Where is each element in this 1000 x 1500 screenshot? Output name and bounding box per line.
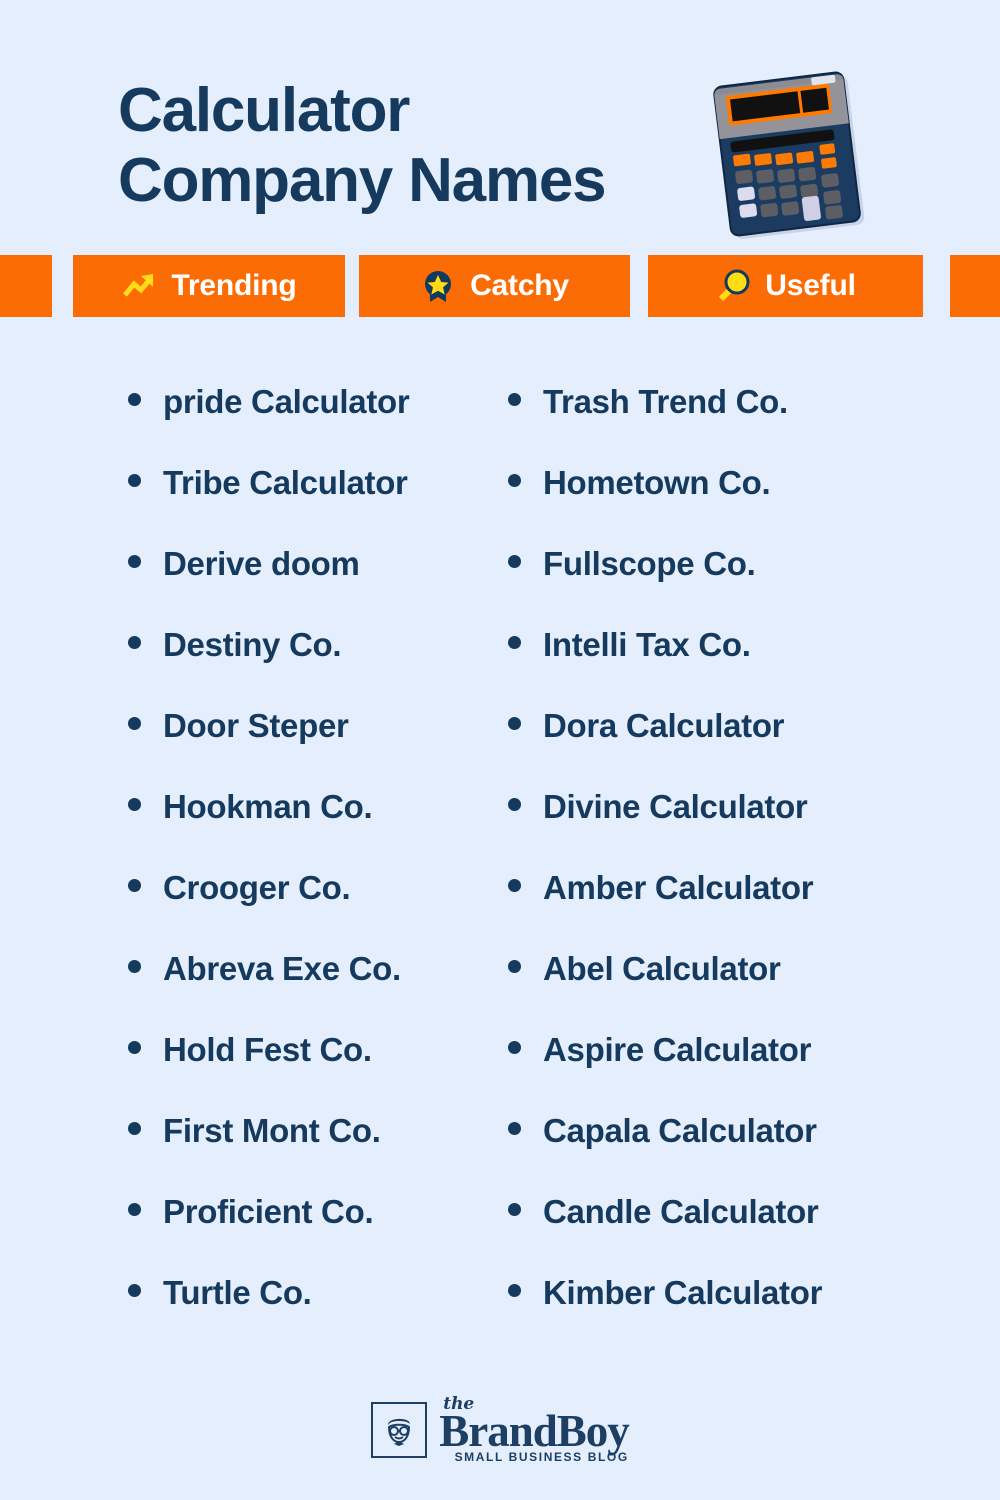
list-item[interactable]: Kimber Calculator bbox=[508, 1276, 948, 1357]
bullet-icon bbox=[128, 798, 141, 811]
bullet-icon bbox=[508, 636, 521, 649]
list-item[interactable]: Abreva Exe Co. bbox=[128, 952, 498, 1033]
brandboy-logo[interactable]: the BrandBoy SMALL BUSINESS BLOG bbox=[371, 1395, 630, 1465]
strip-edge-right bbox=[950, 255, 1000, 317]
list-item-label: Hold Fest Co. bbox=[163, 1031, 372, 1068]
list-item[interactable]: Candle Calculator bbox=[508, 1195, 948, 1276]
bullet-icon bbox=[508, 1122, 521, 1135]
list-item[interactable]: Hold Fest Co. bbox=[128, 1033, 498, 1114]
calculator-illustration bbox=[700, 58, 890, 248]
list-item-label: pride Calculator bbox=[163, 383, 410, 420]
badge-trending[interactable]: Trending bbox=[73, 255, 345, 317]
list-item-label: Tribe Calculator bbox=[163, 464, 408, 501]
list-item[interactable]: Tribe Calculator bbox=[128, 466, 498, 547]
logo-tagline: SMALL BUSINESS BLOG bbox=[454, 1450, 629, 1465]
badge-useful-label: Useful bbox=[765, 269, 856, 302]
bullet-icon bbox=[128, 393, 141, 406]
list-item[interactable]: Aspire Calculator bbox=[508, 1033, 948, 1114]
boy-face-icon bbox=[371, 1402, 428, 1458]
list-item-label: Dora Calculator bbox=[543, 707, 785, 744]
bullet-icon bbox=[508, 1284, 521, 1297]
list-item-label: Fullscope Co. bbox=[543, 545, 756, 582]
list-item[interactable]: Intelli Tax Co. bbox=[508, 628, 948, 709]
list-item-label: Kimber Calculator bbox=[543, 1274, 823, 1311]
list-item-label: Trash Trend Co. bbox=[543, 383, 788, 420]
list-item[interactable]: Door Steper bbox=[128, 709, 498, 790]
list-item[interactable]: Hometown Co. bbox=[508, 466, 948, 547]
list-item-label: Proficient Co. bbox=[163, 1193, 374, 1230]
bullet-icon bbox=[508, 393, 521, 406]
bullet-icon bbox=[128, 555, 141, 568]
list-item-label: Aspire Calculator bbox=[543, 1031, 812, 1068]
bullet-icon bbox=[508, 1203, 521, 1216]
footer: the BrandBoy SMALL BUSINESS BLOG bbox=[0, 1385, 1000, 1475]
list-item[interactable]: Trash Trend Co. bbox=[508, 385, 948, 466]
list-item-label: Hometown Co. bbox=[543, 464, 771, 501]
bullet-icon bbox=[508, 717, 521, 730]
bullet-icon bbox=[128, 636, 141, 649]
name-list-left: pride Calculator Tribe Calculator Derive… bbox=[128, 385, 498, 1357]
brandboy-wordmark: the BrandBoy SMALL BUSINESS BLOG bbox=[439, 1395, 630, 1465]
list-item-label: Abreva Exe Co. bbox=[163, 950, 401, 987]
list-item[interactable]: Capala Calculator bbox=[508, 1114, 948, 1195]
bullet-icon bbox=[128, 474, 141, 487]
list-item-label: Amber Calculator bbox=[543, 869, 814, 906]
calculator-icon bbox=[713, 71, 865, 239]
trending-up-icon bbox=[121, 268, 157, 304]
bullet-icon bbox=[128, 1041, 141, 1054]
badge-useful[interactable]: Useful bbox=[648, 255, 923, 317]
list-item[interactable]: Fullscope Co. bbox=[508, 547, 948, 628]
list-item-label: First Mont Co. bbox=[163, 1112, 381, 1149]
list-item-label: Abel Calculator bbox=[543, 950, 781, 987]
list-item[interactable]: Divine Calculator bbox=[508, 790, 948, 871]
list-item[interactable]: pride Calculator bbox=[128, 385, 498, 466]
bullet-icon bbox=[128, 1122, 141, 1135]
bullet-icon bbox=[128, 960, 141, 973]
logo-brandboy-text: BrandBoy bbox=[439, 1405, 630, 1456]
magnifier-icon bbox=[715, 268, 751, 304]
list-item[interactable]: Amber Calculator bbox=[508, 871, 948, 952]
list-item-label: Intelli Tax Co. bbox=[543, 626, 751, 663]
bullet-icon bbox=[508, 798, 521, 811]
list-item-label: Door Steper bbox=[163, 707, 349, 744]
list-item-label: Destiny Co. bbox=[163, 626, 342, 663]
bullet-icon bbox=[508, 960, 521, 973]
bullet-icon bbox=[508, 1041, 521, 1054]
list-item-label: Capala Calculator bbox=[543, 1112, 817, 1149]
list-item[interactable]: Derive doom bbox=[128, 547, 498, 628]
bullet-icon bbox=[508, 879, 521, 892]
badge-catchy-label: Catchy bbox=[470, 269, 569, 302]
bullet-icon bbox=[128, 717, 141, 730]
list-item-label: Divine Calculator bbox=[543, 788, 808, 825]
list-item[interactable]: Dora Calculator bbox=[508, 709, 948, 790]
list-item-label: Crooger Co. bbox=[163, 869, 351, 906]
list-item[interactable]: Proficient Co. bbox=[128, 1195, 498, 1276]
badge-strip: Trending Catchy Useful bbox=[0, 255, 1000, 317]
list-item-label: Hookman Co. bbox=[163, 788, 373, 825]
list-item[interactable]: Hookman Co. bbox=[128, 790, 498, 871]
list-item[interactable]: Destiny Co. bbox=[128, 628, 498, 709]
page-title: Calculator Company Names bbox=[118, 76, 738, 216]
award-star-icon bbox=[420, 268, 456, 304]
list-item-label: Derive doom bbox=[163, 545, 360, 582]
list-item[interactable]: Turtle Co. bbox=[128, 1276, 498, 1357]
name-lists: pride Calculator Tribe Calculator Derive… bbox=[0, 385, 1000, 1345]
list-item[interactable]: Crooger Co. bbox=[128, 871, 498, 952]
header: Calculator Company Names bbox=[0, 0, 1000, 250]
page-title-line-1: Calculator bbox=[118, 76, 410, 145]
name-list-right: Trash Trend Co. Hometown Co. Fullscope C… bbox=[508, 385, 948, 1357]
bullet-icon bbox=[128, 1284, 141, 1297]
bullet-icon bbox=[128, 879, 141, 892]
badge-trending-label: Trending bbox=[171, 269, 297, 302]
bullet-icon bbox=[508, 474, 521, 487]
page-title-line-2: Company Names bbox=[118, 146, 607, 216]
list-item[interactable]: First Mont Co. bbox=[128, 1114, 498, 1195]
list-item-label: Candle Calculator bbox=[543, 1193, 819, 1230]
list-item-label: Turtle Co. bbox=[163, 1274, 312, 1311]
badge-catchy[interactable]: Catchy bbox=[359, 255, 630, 317]
bullet-icon bbox=[128, 1203, 141, 1216]
list-item[interactable]: Abel Calculator bbox=[508, 952, 948, 1033]
bullet-icon bbox=[508, 555, 521, 568]
strip-edge-left bbox=[0, 255, 52, 317]
